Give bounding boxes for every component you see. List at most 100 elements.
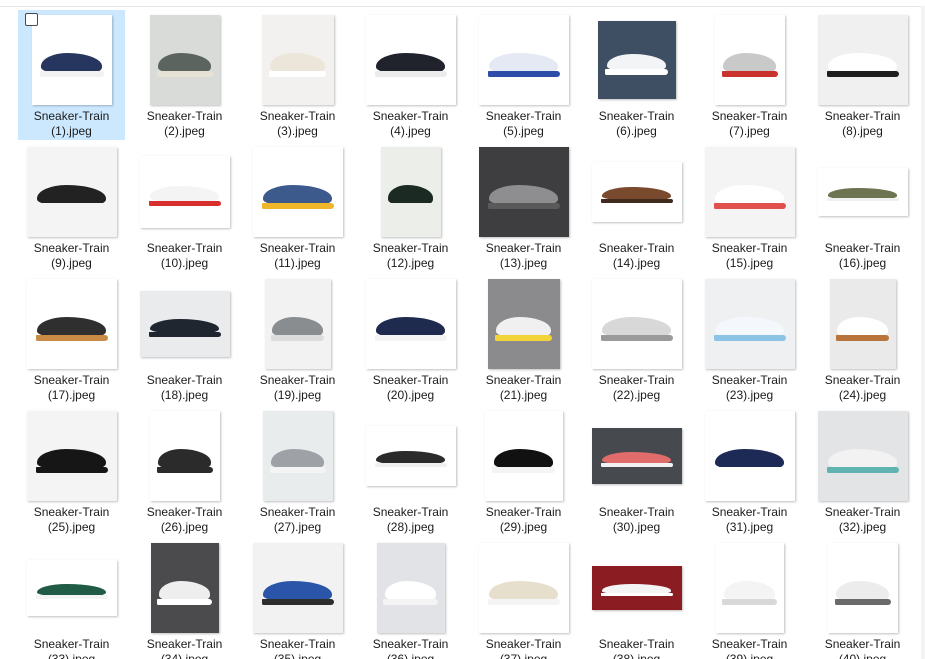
shoe-sole-shape bbox=[826, 466, 899, 474]
sneaker-thumbnail-image bbox=[252, 147, 343, 237]
file-item[interactable]: Sneaker-Train (40).jpeg bbox=[809, 538, 916, 659]
file-name-line-1: Sneaker-Train bbox=[146, 241, 223, 255]
file-item[interactable]: Sneaker-Train (2).jpeg bbox=[131, 10, 238, 140]
file-item[interactable]: Sneaker-Train (6).jpeg bbox=[583, 10, 690, 140]
file-item[interactable]: Sneaker-Train (34).jpeg bbox=[131, 538, 238, 659]
file-item[interactable]: Sneaker-Train (12).jpeg bbox=[357, 142, 464, 272]
shoe-sole-shape bbox=[487, 70, 560, 78]
file-item[interactable]: Sneaker-Train (3).jpeg bbox=[244, 10, 351, 140]
sneaker-thumbnail-image bbox=[591, 279, 682, 369]
file-item[interactable]: Sneaker-Train (13).jpeg bbox=[470, 142, 577, 272]
file-item[interactable]: Sneaker-Train (32).jpeg bbox=[809, 406, 916, 536]
file-item[interactable]: Sneaker-Train (29).jpeg bbox=[470, 406, 577, 536]
file-name-line-2: (7).jpeg bbox=[729, 124, 770, 138]
sneaker-thumbnail-image bbox=[31, 15, 112, 105]
sneaker-thumbnail-image bbox=[829, 279, 896, 369]
sneaker-thumbnail-image bbox=[149, 411, 220, 501]
file-item[interactable]: Sneaker-Train (31).jpeg bbox=[696, 406, 803, 536]
file-name-label: Sneaker-Train (6).jpeg bbox=[584, 109, 689, 139]
shoe-shape bbox=[837, 316, 888, 337]
file-name-line-2: (16).jpeg bbox=[838, 256, 887, 270]
file-name-line-1: Sneaker-Train bbox=[33, 241, 110, 255]
file-item[interactable]: Sneaker-Train (33).jpeg bbox=[18, 538, 125, 659]
file-name-line-1: Sneaker-Train bbox=[485, 505, 562, 519]
file-name-line-1: Sneaker-Train bbox=[824, 373, 901, 387]
file-item[interactable]: Sneaker-Train (36).jpeg bbox=[357, 538, 464, 659]
file-item[interactable]: Sneaker-Train (25).jpeg bbox=[18, 406, 125, 536]
file-name-line-2: (38).jpeg bbox=[612, 652, 661, 659]
thumbnail-frame bbox=[584, 145, 689, 239]
file-name-label: Sneaker-Train (1).jpeg bbox=[19, 109, 124, 139]
file-item[interactable]: Sneaker-Train (26).jpeg bbox=[131, 406, 238, 536]
thumbnail-frame bbox=[584, 277, 689, 371]
file-name-line-1: Sneaker-Train bbox=[259, 241, 336, 255]
file-item[interactable]: Sneaker-Train (37).jpeg bbox=[470, 538, 577, 659]
file-name-line-1: Sneaker-Train bbox=[824, 241, 901, 255]
file-name-label: Sneaker-Train (37).jpeg bbox=[471, 637, 576, 659]
thumbnail-frame bbox=[132, 409, 237, 503]
file-item[interactable]: Sneaker-Train (5).jpeg bbox=[470, 10, 577, 140]
file-item[interactable]: Sneaker-Train (16).jpeg bbox=[809, 142, 916, 272]
file-item[interactable]: Sneaker-Train (4).jpeg bbox=[357, 10, 464, 140]
file-item[interactable]: Sneaker-Train (27).jpeg bbox=[244, 406, 351, 536]
file-name-label: Sneaker-Train (26).jpeg bbox=[132, 505, 237, 535]
thumbnail-frame bbox=[810, 13, 915, 107]
select-checkbox[interactable] bbox=[25, 13, 38, 26]
file-item[interactable]: Sneaker-Train (9).jpeg bbox=[18, 142, 125, 272]
shoe-shape bbox=[602, 316, 671, 337]
file-item[interactable]: Sneaker-Train (23).jpeg bbox=[696, 274, 803, 404]
thumbnail-frame bbox=[358, 13, 463, 107]
shoe-shape bbox=[376, 52, 445, 73]
thumbnail-frame bbox=[697, 145, 802, 239]
file-item[interactable]: Sneaker-Train (35).jpeg bbox=[244, 538, 351, 659]
shoe-sole-shape bbox=[494, 334, 553, 342]
thumbnail-frame bbox=[245, 409, 350, 503]
shoe-sole-shape bbox=[35, 594, 108, 599]
sneaker-thumbnail-image bbox=[26, 279, 117, 369]
shoe-shape bbox=[272, 316, 323, 337]
file-name-line-2: (40).jpeg bbox=[838, 652, 887, 659]
file-item[interactable]: Sneaker-Train (39).jpeg bbox=[696, 538, 803, 659]
scrollbar-track[interactable] bbox=[921, 6, 925, 659]
file-item[interactable]: Sneaker-Train (1).jpeg bbox=[18, 10, 125, 140]
file-item[interactable]: Sneaker-Train (7).jpeg bbox=[696, 10, 803, 140]
shoe-shape bbox=[722, 52, 777, 73]
file-name-label: Sneaker-Train (10).jpeg bbox=[132, 241, 237, 271]
file-name-line-2: (28).jpeg bbox=[386, 520, 435, 534]
file-item[interactable]: Sneaker-Train (18).jpeg bbox=[131, 274, 238, 404]
file-item[interactable]: Sneaker-Train (15).jpeg bbox=[696, 142, 803, 272]
file-name-line-2: (31).jpeg bbox=[725, 520, 774, 534]
file-item[interactable]: Sneaker-Train (8).jpeg bbox=[809, 10, 916, 140]
file-name-line-2: (10).jpeg bbox=[160, 256, 209, 270]
shoe-shape bbox=[493, 448, 554, 469]
thumbnail-frame bbox=[19, 409, 124, 503]
file-name-label: Sneaker-Train (21).jpeg bbox=[471, 373, 576, 403]
shoe-sole-shape bbox=[386, 202, 435, 210]
file-item[interactable]: Sneaker-Train (14).jpeg bbox=[583, 142, 690, 272]
sneaker-thumbnail-image bbox=[817, 411, 908, 501]
file-item[interactable]: Sneaker-Train (21).jpeg bbox=[470, 274, 577, 404]
file-name-line-2: (4).jpeg bbox=[390, 124, 431, 138]
shoe-shape bbox=[602, 451, 671, 464]
shoe-shape bbox=[384, 580, 437, 601]
file-name-label: Sneaker-Train (19).jpeg bbox=[245, 373, 350, 403]
file-item[interactable]: Sneaker-Train (38).jpeg bbox=[583, 538, 690, 659]
file-name-label: Sneaker-Train (39).jpeg bbox=[697, 637, 802, 659]
file-item[interactable]: Sneaker-Train (19).jpeg bbox=[244, 274, 351, 404]
file-item[interactable]: Sneaker-Train (11).jpeg bbox=[244, 142, 351, 272]
file-item[interactable]: Sneaker-Train (20).jpeg bbox=[357, 274, 464, 404]
file-item[interactable]: Sneaker-Train (28).jpeg bbox=[357, 406, 464, 536]
file-name-line-2: (27).jpeg bbox=[273, 520, 322, 534]
file-item[interactable]: Sneaker-Train (10).jpeg bbox=[131, 142, 238, 272]
shoe-shape bbox=[715, 316, 784, 337]
file-name-line-1: Sneaker-Train bbox=[372, 241, 449, 255]
file-name-line-2: (25).jpeg bbox=[47, 520, 96, 534]
file-item[interactable]: Sneaker-Train (17).jpeg bbox=[18, 274, 125, 404]
thumbnail-frame bbox=[810, 409, 915, 503]
file-name-label: Sneaker-Train (16).jpeg bbox=[810, 241, 915, 271]
shoe-shape bbox=[496, 316, 551, 337]
file-item[interactable]: Sneaker-Train (22).jpeg bbox=[583, 274, 690, 404]
file-item[interactable]: Sneaker-Train (30).jpeg bbox=[583, 406, 690, 536]
thumbnail-frame bbox=[584, 409, 689, 503]
file-item[interactable]: Sneaker-Train (24).jpeg bbox=[809, 274, 916, 404]
